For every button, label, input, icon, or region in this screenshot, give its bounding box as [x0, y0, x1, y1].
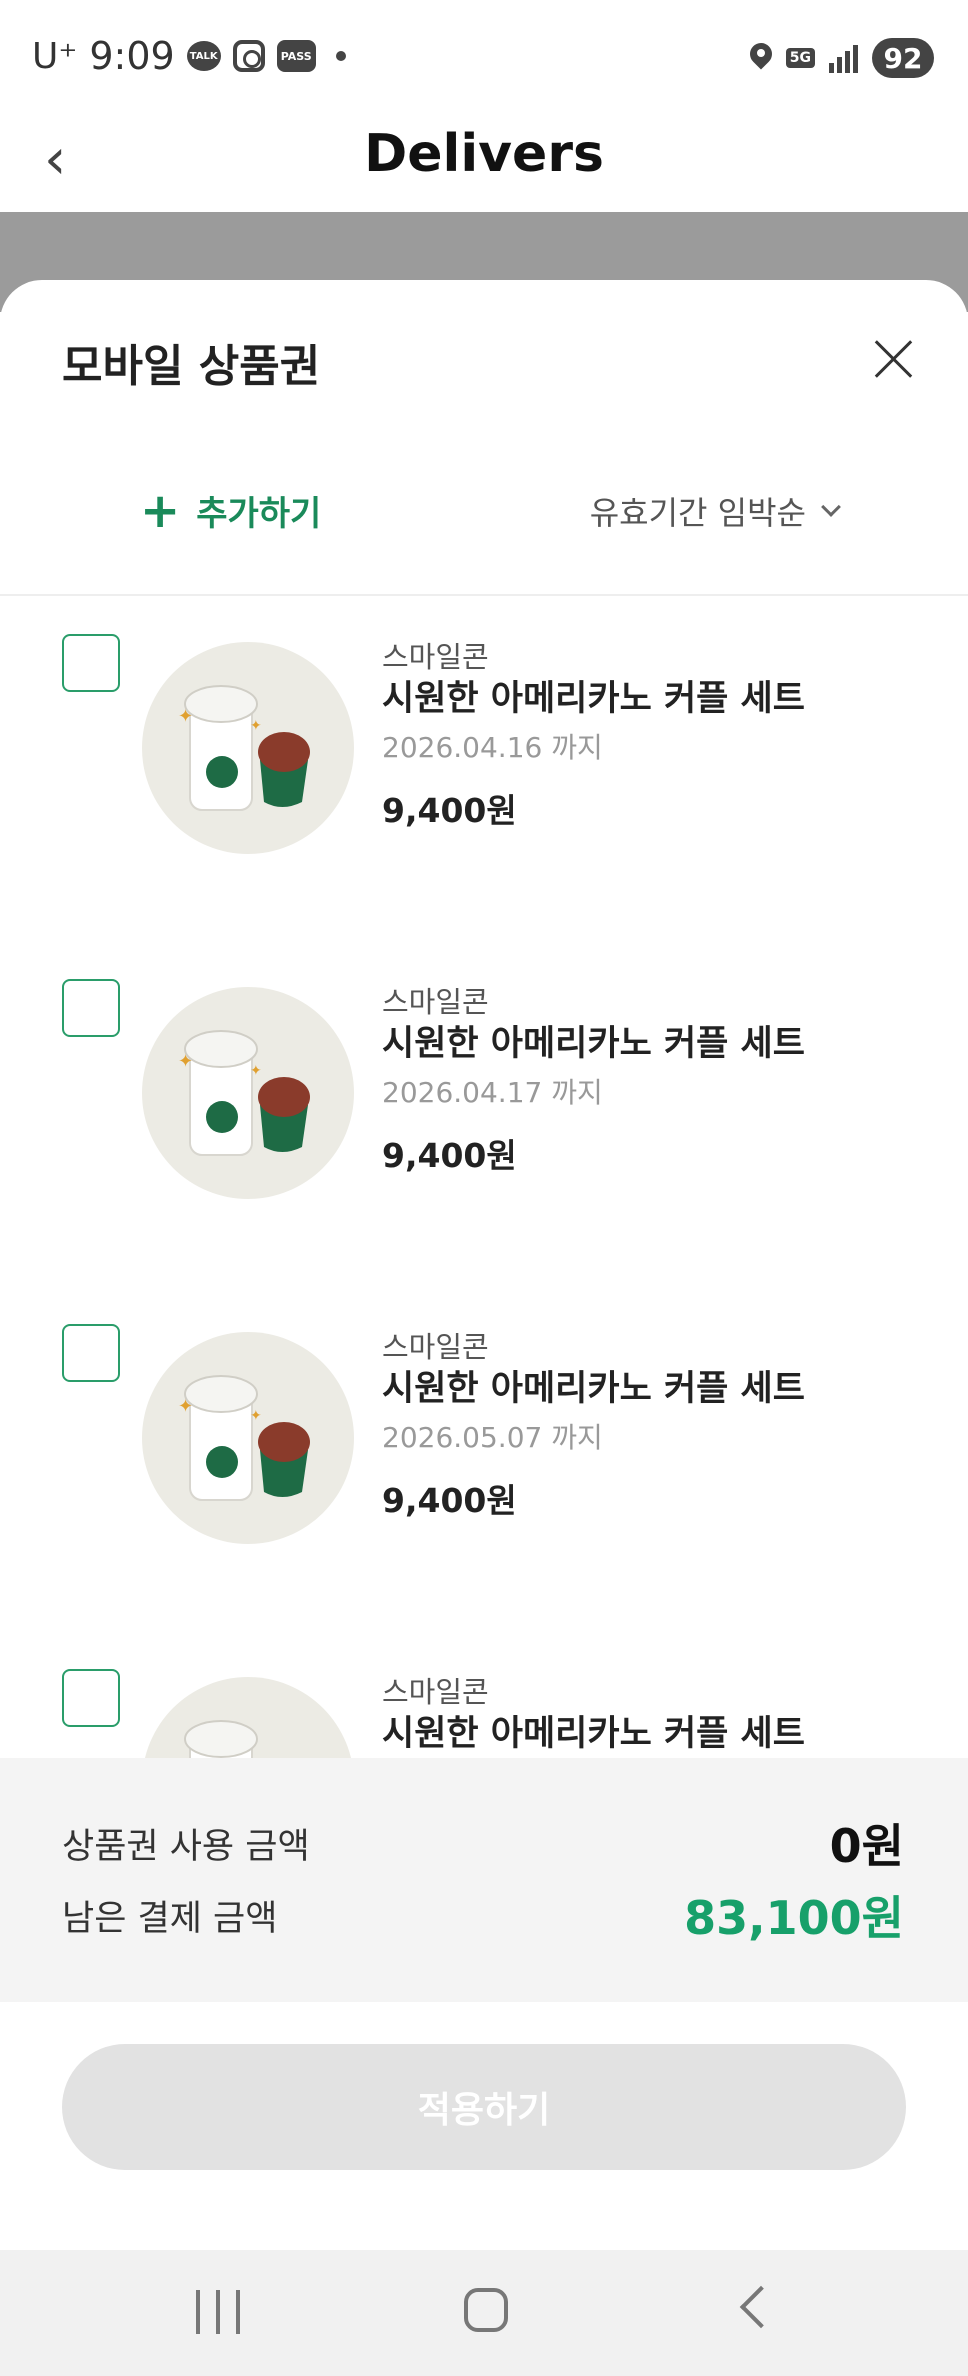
item-name: 시원한 아메리카노 커플 세트 [382, 679, 805, 719]
coffee-set-image: ✦ ✦ [142, 642, 354, 854]
used-amount-value: 0원 [829, 1819, 904, 1873]
svg-text:✦: ✦ [178, 706, 193, 727]
notification-dot-icon [335, 51, 346, 61]
status-bar: U⁺ 9:09 TALK PASS 5G 92 [0, 0, 968, 112]
network-type: 5G [785, 48, 815, 68]
recent-apps-icon[interactable] [196, 2290, 240, 2334]
item-price: 9,400원 [382, 1136, 517, 1175]
item-expiry: 2026.04.16 까지 [382, 731, 603, 764]
carrier-label: U⁺ [32, 35, 78, 77]
signal-icon [829, 43, 858, 73]
home-icon[interactable] [464, 2288, 508, 2332]
pass-icon: PASS [276, 40, 316, 72]
app-header: ‹ Delivers [0, 112, 968, 212]
page-title: Delivers [364, 124, 604, 184]
item-price: 9,400원 [382, 1481, 517, 1520]
list-item[interactable]: ✦ ✦ 스마일콘 시원한 아메리카노 커플 세트 2026.04.17 까지 9… [0, 941, 968, 1286]
coffee-set-image: ✦ ✦ [142, 987, 354, 1199]
item-expiry: 2026.04.17 까지 [382, 1076, 603, 1109]
item-name: 시원한 아메리카노 커플 세트 [382, 1369, 805, 1409]
chevron-down-icon [821, 497, 841, 517]
plus-icon: + [140, 482, 181, 539]
svg-text:✦: ✦ [178, 1051, 193, 1072]
location-icon [750, 43, 772, 73]
sort-label: 유효기간 임박순 [589, 494, 806, 532]
item-name: 시원한 아메리카노 커플 세트 [382, 1714, 805, 1754]
list-item[interactable]: ✦ ✦ 스마일콘 시원한 아메리카노 커플 세트 2026.05.07 까지 9… [0, 1286, 968, 1631]
item-price: 9,400원 [382, 791, 517, 830]
battery-indicator: 92 [872, 38, 934, 78]
svg-text:✦: ✦ [178, 1396, 193, 1417]
list-item[interactable]: ✦ ✦ 스마일콘 시원한 아메리카노 커플 세트 2026.04.16 까지 9… [0, 596, 968, 941]
talk-icon: TALK [186, 41, 221, 71]
status-time: 9:09 [89, 34, 175, 78]
item-checkbox[interactable] [62, 979, 120, 1037]
remaining-amount-value: 83,100원 [684, 1891, 904, 1945]
nav-back-icon[interactable] [739, 2285, 783, 2329]
add-gift-card-button[interactable]: + 추가하기 [140, 486, 321, 535]
item-checkbox[interactable] [62, 1669, 120, 1727]
system-nav-bar [0, 2250, 968, 2376]
sort-dropdown[interactable]: 유효기간 임박순 [589, 488, 841, 534]
item-checkbox[interactable] [62, 1324, 120, 1382]
add-label: 추가하기 [196, 494, 322, 534]
used-amount-row: 상품권 사용 금액 0원 [62, 1810, 904, 1876]
item-name: 시원한 아메리카노 커플 세트 [382, 1024, 805, 1064]
apply-button[interactable]: 적용하기 [62, 2044, 906, 2170]
used-amount-label: 상품권 사용 금액 [62, 1826, 310, 1867]
svg-text:✦: ✦ [250, 1408, 262, 1424]
close-icon[interactable] [864, 328, 924, 388]
instagram-icon [232, 40, 265, 72]
svg-text:✦: ✦ [250, 1063, 262, 1079]
payment-summary: 상품권 사용 금액 0원 남은 결제 금액 83,100원 [0, 1758, 968, 2002]
item-expiry: 2026.05.07 까지 [382, 1421, 603, 1454]
coffee-set-image: ✦ ✦ [142, 1332, 354, 1544]
svg-text:✦: ✦ [250, 718, 262, 734]
gift-card-sheet: 모바일 상품권 + 추가하기 유효기간 임박순 ✦ ✦ 스마일콘 시원한 아메리… [0, 280, 968, 2250]
item-checkbox[interactable] [62, 634, 120, 692]
remaining-amount-label: 남은 결제 금액 [62, 1898, 278, 1939]
sheet-title: 모바일 상품권 [62, 341, 321, 392]
remaining-amount-row: 남은 결제 금액 83,100원 [62, 1882, 904, 1948]
